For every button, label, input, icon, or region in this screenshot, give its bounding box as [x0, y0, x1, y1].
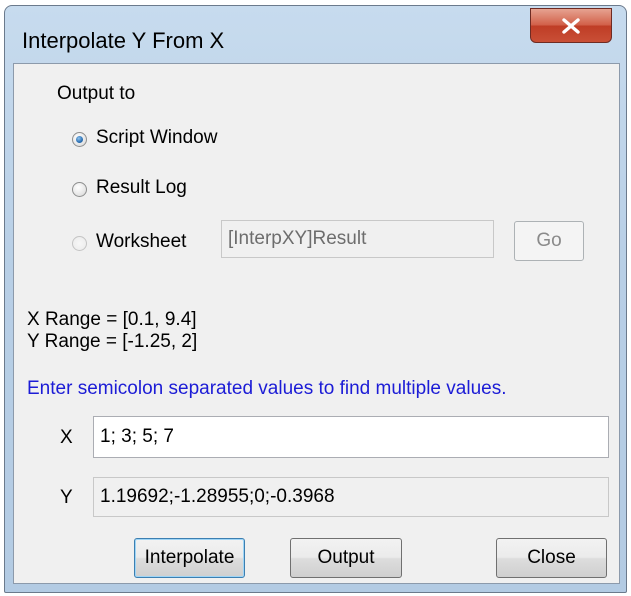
- output-button[interactable]: Output: [290, 538, 402, 578]
- radio-selected-dot: [76, 136, 83, 143]
- y-range-text: Y Range = [-1.25, 2]: [27, 331, 198, 352]
- dialog-body: Output to Script Window Result Log Works…: [13, 63, 620, 584]
- x-label: X: [60, 427, 73, 448]
- window-close-button[interactable]: [530, 8, 612, 43]
- radio-button: [72, 236, 87, 251]
- dialog-window: Interpolate Y From X Output to Script Wi…: [4, 5, 627, 593]
- hint-text: Enter semicolon separated values to find…: [27, 378, 507, 399]
- close-icon: [562, 17, 580, 34]
- y-values-field[interactable]: 1.19692;-1.28955;0;-0.3968: [93, 477, 609, 517]
- radio-button[interactable]: [72, 132, 87, 147]
- radio-button[interactable]: [72, 182, 87, 197]
- y-label: Y: [60, 487, 73, 508]
- radio-label[interactable]: Script Window: [96, 127, 217, 149]
- go-button: Go: [514, 221, 584, 261]
- x-range-text: X Range = [0.1, 9.4]: [27, 309, 197, 330]
- window-title: Interpolate Y From X: [22, 28, 225, 53]
- output-group-label: Output to: [57, 83, 136, 104]
- x-values-input[interactable]: 1; 3; 5; 7: [93, 416, 609, 458]
- close-button[interactable]: Close: [496, 538, 607, 578]
- radio-label[interactable]: Result Log: [96, 177, 187, 199]
- title-bar[interactable]: Interpolate Y From X: [5, 6, 626, 64]
- worksheet-name-field: [InterpXY]Result: [221, 220, 494, 258]
- interpolate-button[interactable]: Interpolate: [134, 538, 245, 578]
- radio-label: Worksheet: [96, 231, 187, 252]
